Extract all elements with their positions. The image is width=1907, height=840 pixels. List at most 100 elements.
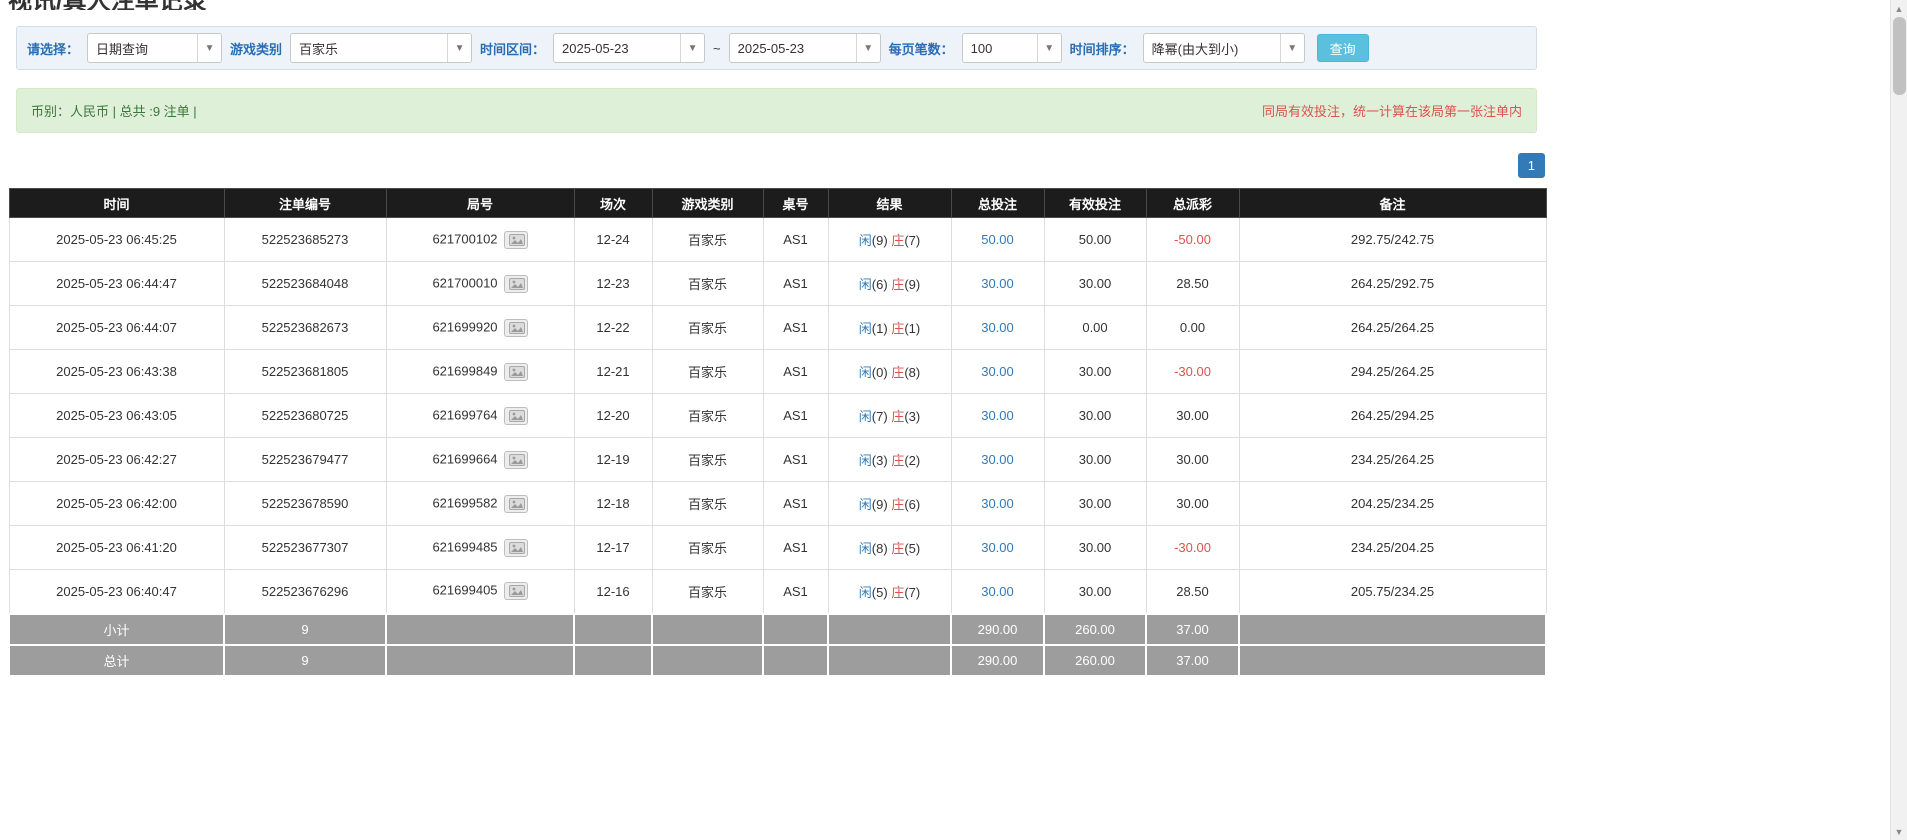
scrollbar-thumb[interactable] — [1893, 17, 1906, 95]
cell-remark: 292.75/242.75 — [1239, 218, 1546, 262]
scroll-down-icon[interactable]: ▼ — [1891, 823, 1907, 840]
cell-time: 2025-05-23 06:43:38 — [9, 350, 224, 394]
result-player-label: 闲 — [859, 453, 872, 468]
cell-game-type: 百家乐 — [652, 306, 763, 350]
cell-round-id: 621700102 — [386, 218, 574, 262]
summary-bar: 币别：人民币 | 总共 :9 注单 | 同局有效投注，统一计算在该局第一张注单内 — [16, 88, 1537, 133]
cell-result: 闲(5) 庄(7) — [828, 570, 951, 614]
result-player-label: 闲 — [859, 585, 872, 600]
cell-time: 2025-05-23 06:42:00 — [9, 482, 224, 526]
cell-valid-bet: 30.00 — [1044, 482, 1146, 526]
header-remark: 备注 — [1239, 189, 1546, 218]
chevron-down-icon[interactable]: ▼ — [856, 34, 880, 62]
cell-valid-bet: 30.00 — [1044, 526, 1146, 570]
select-type-label: 请选择： — [27, 39, 79, 58]
game-type-label: 游戏类别 — [230, 39, 282, 58]
result-banker-label: 庄 — [891, 409, 904, 424]
result-banker-label: 庄 — [891, 541, 904, 556]
chevron-down-icon[interactable]: ▼ — [680, 34, 704, 62]
cell-round-id: 621699920 — [386, 306, 574, 350]
cell-round-id: 621699485 — [386, 526, 574, 570]
header-table-no: 桌号 — [763, 189, 828, 218]
cell-result: 闲(1) 庄(1) — [828, 306, 951, 350]
cell-payout: 30.00 — [1146, 482, 1239, 526]
result-banker-label: 庄 — [891, 365, 904, 380]
query-button[interactable]: 查询 — [1317, 34, 1369, 62]
result-player-label: 闲 — [859, 497, 872, 512]
time-sort-select[interactable]: 降幂(由大到小) ▼ — [1143, 33, 1305, 63]
page-size-select[interactable]: 100 ▼ — [962, 33, 1062, 63]
pagination: 1 — [8, 153, 1545, 178]
cell-remark: 264.25/294.25 — [1239, 394, 1546, 438]
round-replay-icon[interactable] — [504, 407, 528, 425]
round-replay-icon[interactable] — [504, 495, 528, 513]
cell-result: 闲(9) 庄(6) — [828, 482, 951, 526]
cell-round-id: 621699764 — [386, 394, 574, 438]
round-id-text: 621699764 — [432, 407, 497, 422]
round-replay-icon[interactable] — [504, 319, 528, 337]
round-replay-icon[interactable] — [504, 451, 528, 469]
total-bet-link[interactable]: 30.00 — [981, 496, 1014, 511]
table-row: 2025-05-23 06:44:07 522523682673 6216999… — [9, 306, 1546, 350]
cell-valid-bet: 30.00 — [1044, 262, 1146, 306]
header-bet-id: 注单编号 — [224, 189, 386, 218]
round-id-text: 621699485 — [432, 539, 497, 554]
header-game-type: 游戏类别 — [652, 189, 763, 218]
pagination-page-1[interactable]: 1 — [1518, 153, 1545, 178]
cell-bet-id: 522523677307 — [224, 526, 386, 570]
total-bet-link[interactable]: 30.00 — [981, 364, 1014, 379]
header-time: 时间 — [9, 189, 224, 218]
date-to-select[interactable]: 2025-05-23 ▼ — [729, 33, 881, 63]
cell-game-type: 百家乐 — [652, 218, 763, 262]
cell-session: 12-18 — [574, 482, 652, 526]
cell-session: 12-22 — [574, 306, 652, 350]
round-replay-icon[interactable] — [504, 363, 528, 381]
cell-table-no: AS1 — [763, 218, 828, 262]
subtotal-valid-bet: 260.00 — [1044, 614, 1146, 645]
cell-session: 12-24 — [574, 218, 652, 262]
round-replay-icon[interactable] — [504, 231, 528, 249]
chevron-down-icon[interactable]: ▼ — [1280, 34, 1304, 62]
table-row: 2025-05-23 06:42:27 522523679477 6216996… — [9, 438, 1546, 482]
cell-result: 闲(6) 庄(9) — [828, 262, 951, 306]
total-bet-link[interactable]: 50.00 — [981, 232, 1014, 247]
cell-bet-id: 522523684048 — [224, 262, 386, 306]
chevron-down-icon[interactable]: ▼ — [1037, 34, 1061, 62]
header-result: 结果 — [828, 189, 951, 218]
cell-table-no: AS1 — [763, 306, 828, 350]
table-row: 2025-05-23 06:43:05 522523680725 6216997… — [9, 394, 1546, 438]
vertical-scrollbar[interactable]: ▲ ▼ — [1890, 0, 1907, 840]
date-from-select[interactable]: 2025-05-23 ▼ — [553, 33, 705, 63]
game-type-select[interactable]: 百家乐 ▼ — [290, 33, 472, 63]
total-bet-link[interactable]: 30.00 — [981, 276, 1014, 291]
round-replay-icon[interactable] — [504, 582, 528, 600]
total-bet-link[interactable]: 30.00 — [981, 452, 1014, 467]
cell-round-id: 621700010 — [386, 262, 574, 306]
total-bet-link[interactable]: 30.00 — [981, 320, 1014, 335]
result-player-num: (5) — [872, 585, 888, 600]
result-player-num: (9) — [872, 497, 888, 512]
total-bet-link[interactable]: 30.00 — [981, 540, 1014, 555]
chevron-down-icon[interactable]: ▼ — [447, 34, 471, 62]
total-bet-link[interactable]: 30.00 — [981, 408, 1014, 423]
query-type-select[interactable]: 日期查询 ▼ — [87, 33, 222, 63]
cell-remark: 234.25/204.25 — [1239, 526, 1546, 570]
date-range-separator: ~ — [713, 41, 721, 56]
cell-payout: -30.00 — [1146, 350, 1239, 394]
cell-total-bet: 50.00 — [951, 218, 1044, 262]
result-banker-num: (2) — [904, 453, 920, 468]
cell-valid-bet: 30.00 — [1044, 570, 1146, 614]
subtotal-count: 9 — [224, 614, 386, 645]
cell-bet-id: 522523682673 — [224, 306, 386, 350]
round-replay-icon[interactable] — [504, 275, 528, 293]
chevron-down-icon[interactable]: ▼ — [197, 34, 221, 62]
cell-payout: 0.00 — [1146, 306, 1239, 350]
total-bet-link[interactable]: 30.00 — [981, 584, 1014, 599]
result-banker-num: (8) — [904, 365, 920, 380]
cell-table-no: AS1 — [763, 350, 828, 394]
cell-remark: 204.25/234.25 — [1239, 482, 1546, 526]
round-replay-icon[interactable] — [504, 539, 528, 557]
cell-remark: 234.25/264.25 — [1239, 438, 1546, 482]
scroll-up-icon[interactable]: ▲ — [1891, 0, 1907, 17]
total-valid-bet: 260.00 — [1044, 645, 1146, 676]
